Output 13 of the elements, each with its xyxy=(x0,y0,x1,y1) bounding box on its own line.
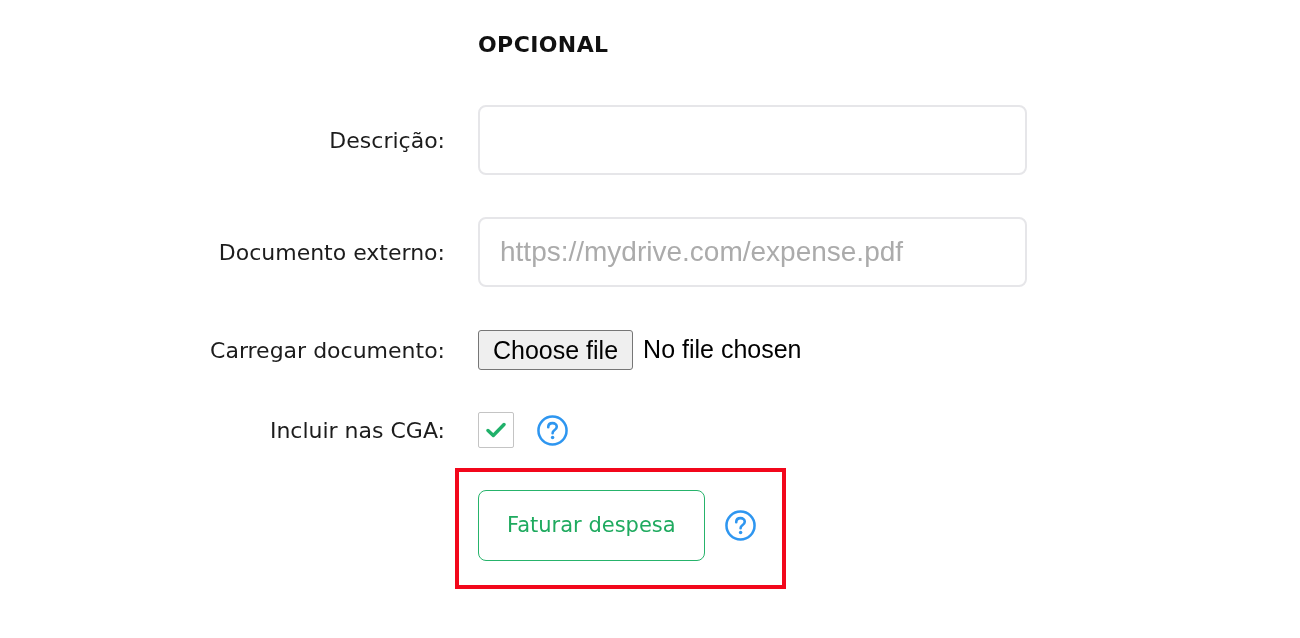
choose-file-button[interactable]: Choose file xyxy=(478,330,634,370)
help-icon[interactable] xyxy=(724,510,756,541)
input-field[interactable] xyxy=(478,105,1027,175)
file-status-text: No file chosen xyxy=(643,334,802,366)
field-label: Carregar documento: xyxy=(209,336,445,365)
section-title: OPCIONAL xyxy=(478,31,609,59)
field-label: Documento externo: xyxy=(217,238,445,267)
input-field[interactable]: https://mydrive.com/expense.pdf xyxy=(478,217,1027,287)
field-label: Incluir nas CGA: xyxy=(268,416,445,445)
field-label: Descrição: xyxy=(328,126,445,155)
checkbox[interactable] xyxy=(478,412,514,448)
help-icon[interactable] xyxy=(537,414,568,446)
check-icon xyxy=(486,422,506,438)
